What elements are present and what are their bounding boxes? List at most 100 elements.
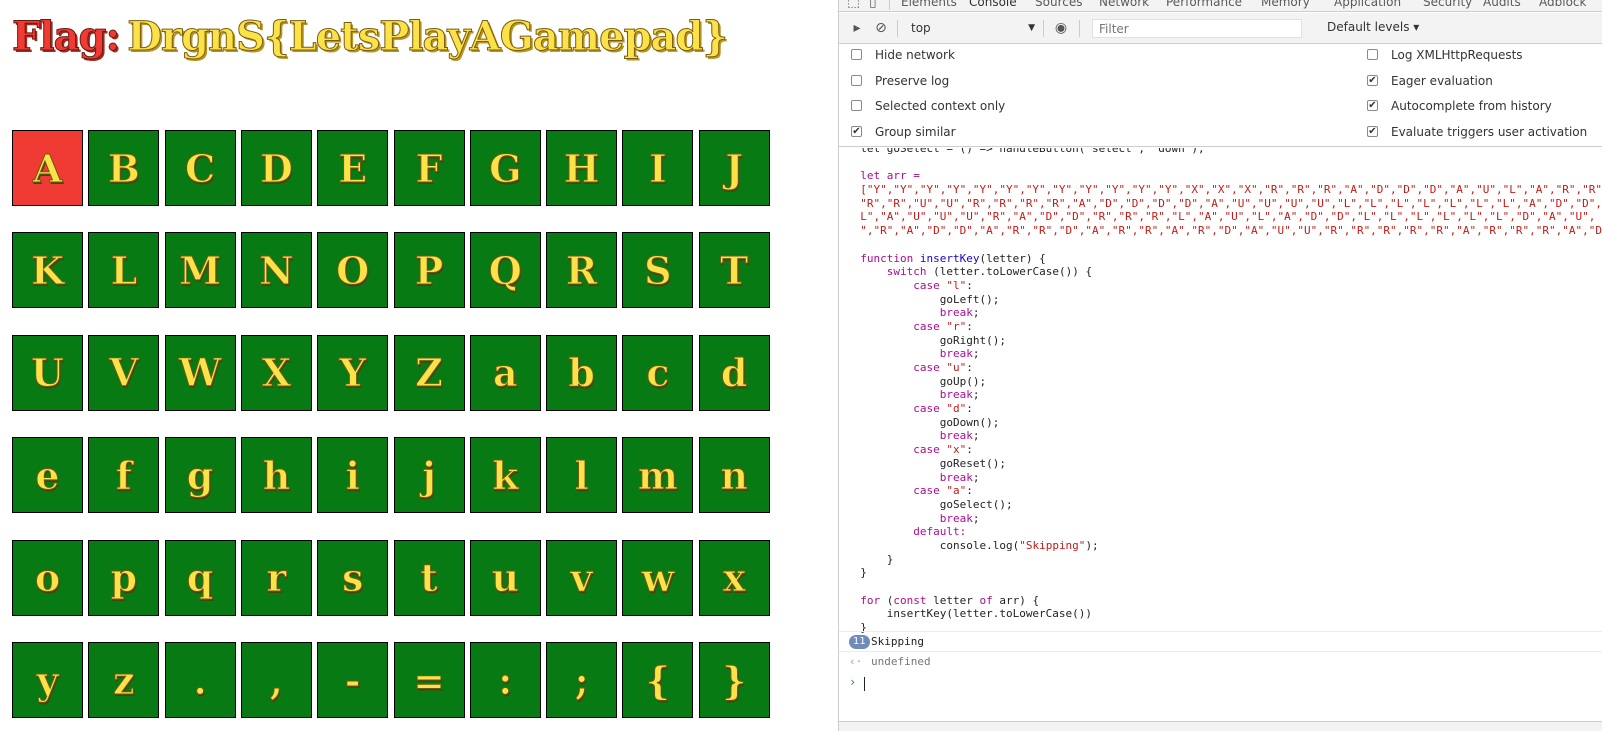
key-1-8[interactable]: S bbox=[622, 232, 694, 309]
key-2-7[interactable]: b bbox=[546, 334, 618, 411]
result-text: undefined bbox=[871, 655, 931, 668]
key-5-6[interactable]: : bbox=[469, 642, 541, 718]
device-toolbar-icon[interactable]: ▯ bbox=[869, 0, 877, 10]
key-1-9[interactable]: T bbox=[698, 232, 770, 309]
context-selector[interactable]: top ▼ bbox=[907, 18, 1039, 38]
key-2-0[interactable]: U bbox=[12, 334, 83, 411]
key-4-9[interactable]: x bbox=[698, 539, 770, 616]
key-1-5[interactable]: P bbox=[393, 232, 465, 309]
tab-sources[interactable]: Sources bbox=[1035, 0, 1082, 9]
key-3-2[interactable]: g bbox=[164, 437, 236, 514]
key-0-9[interactable]: J bbox=[698, 130, 770, 206]
tab-adblock[interactable]: Adblock bbox=[1539, 0, 1586, 9]
key-4-5[interactable]: t bbox=[393, 539, 465, 616]
inspect-element-icon[interactable]: ⬚ bbox=[847, 0, 860, 10]
key-3-4[interactable]: i bbox=[317, 437, 389, 514]
show-sidebar-icon[interactable]: ▸ bbox=[849, 20, 865, 36]
key-5-9[interactable]: } bbox=[698, 642, 770, 718]
tab-performance[interactable]: Performance bbox=[1166, 0, 1242, 9]
tab-network[interactable]: Network bbox=[1099, 0, 1149, 9]
repeat-count-badge: 11 bbox=[849, 635, 870, 649]
key-0-1[interactable]: B bbox=[88, 130, 160, 206]
key-2-8[interactable]: c bbox=[622, 334, 694, 411]
filter-input[interactable] bbox=[1092, 19, 1302, 38]
key-4-2[interactable]: q bbox=[164, 539, 236, 616]
key-2-4[interactable]: Y bbox=[317, 334, 389, 411]
prompt-chevron-icon: › bbox=[849, 675, 857, 689]
clear-console-icon[interactable]: ⊘ bbox=[873, 20, 889, 36]
key-2-1[interactable]: V bbox=[88, 334, 160, 411]
key-4-1[interactable]: p bbox=[88, 539, 160, 616]
key-1-7[interactable]: R bbox=[546, 232, 618, 309]
key-1-4[interactable]: O bbox=[317, 232, 389, 309]
key-3-6[interactable]: k bbox=[469, 437, 541, 514]
key-0-7[interactable]: H bbox=[546, 130, 618, 206]
checked-checkbox-icon[interactable]: ✔ bbox=[1367, 74, 1378, 86]
live-expression-eye-icon[interactable]: ◉ bbox=[1053, 20, 1069, 36]
key-4-4[interactable]: s bbox=[317, 539, 389, 616]
console-prompt[interactable]: › bbox=[839, 671, 1602, 695]
tab-elements[interactable]: Elements bbox=[901, 0, 957, 9]
code-token: "u" bbox=[946, 361, 967, 374]
key-5-3[interactable]: , bbox=[240, 642, 312, 718]
tab-security[interactable]: Security bbox=[1423, 0, 1472, 9]
checked-checkbox-icon[interactable]: ✔ bbox=[1367, 100, 1378, 112]
code-token: "d" bbox=[946, 402, 967, 416]
key-2-5[interactable]: Z bbox=[393, 334, 465, 411]
key-3-7[interactable]: l bbox=[546, 437, 618, 514]
key-0-2[interactable]: C bbox=[164, 130, 236, 206]
key-2-2[interactable]: W bbox=[164, 334, 236, 411]
key-3-1[interactable]: f bbox=[88, 437, 160, 514]
key-5-0[interactable]: y bbox=[12, 642, 83, 718]
code-line: for (const letter of arr) { bbox=[839, 594, 1602, 608]
key-4-6[interactable]: u bbox=[469, 539, 541, 616]
code-token: case bbox=[913, 443, 940, 457]
key-3-0[interactable]: e bbox=[12, 437, 83, 514]
key-1-3[interactable]: N bbox=[240, 232, 312, 309]
key-5-8[interactable]: { bbox=[622, 642, 694, 718]
drawer-bar[interactable] bbox=[839, 721, 1602, 731]
log-levels-dropdown[interactable]: Default levels ▾ bbox=[1327, 20, 1419, 34]
result-arrow-icon: ‹· bbox=[849, 655, 863, 668]
tab-audits[interactable]: Audits bbox=[1483, 0, 1521, 9]
key-0-5[interactable]: F bbox=[393, 130, 465, 206]
key-1-0[interactable]: K bbox=[12, 232, 83, 309]
code-token: (letter.toLowerCase()) { bbox=[926, 265, 1093, 279]
key-2-6[interactable]: a bbox=[469, 334, 541, 411]
checked-checkbox-icon[interactable]: ✔ bbox=[851, 125, 862, 137]
key-3-5[interactable]: j bbox=[393, 437, 465, 514]
key-0-4[interactable]: E bbox=[317, 130, 389, 206]
key-4-8[interactable]: w bbox=[622, 539, 694, 616]
key-4-3[interactable]: r bbox=[240, 539, 312, 616]
key-0-6[interactable]: G bbox=[469, 130, 541, 206]
checkbox-icon[interactable] bbox=[851, 100, 862, 112]
key-5-5[interactable]: = bbox=[393, 642, 465, 718]
key-3-8[interactable]: m bbox=[622, 437, 694, 514]
code-token: case bbox=[913, 361, 940, 374]
key-5-4[interactable]: - bbox=[317, 642, 389, 718]
key-4-7[interactable]: v bbox=[546, 539, 618, 616]
key-5-2[interactable]: . bbox=[164, 642, 236, 718]
text-caret bbox=[864, 677, 865, 691]
key-3-9[interactable]: n bbox=[698, 437, 770, 514]
key-5-1[interactable]: z bbox=[88, 642, 160, 718]
code-line: let arr = bbox=[839, 169, 1602, 183]
key-2-9[interactable]: d bbox=[698, 334, 770, 411]
tab-console[interactable]: Console bbox=[969, 0, 1017, 9]
tab-memory[interactable]: Memory bbox=[1261, 0, 1310, 9]
checkbox-icon[interactable] bbox=[1367, 49, 1378, 60]
tab-application[interactable]: Application bbox=[1334, 0, 1401, 9]
key-0-8[interactable]: I bbox=[622, 130, 694, 206]
key-3-3[interactable]: h bbox=[240, 437, 312, 514]
key-0-0[interactable]: A bbox=[12, 130, 83, 206]
key-4-0[interactable]: o bbox=[12, 539, 83, 616]
key-5-7[interactable]: ; bbox=[546, 642, 618, 718]
key-2-3[interactable]: X bbox=[240, 334, 312, 411]
key-0-3[interactable]: D bbox=[240, 130, 312, 206]
checkbox-icon[interactable] bbox=[851, 49, 862, 60]
key-1-2[interactable]: M bbox=[164, 232, 236, 309]
key-1-6[interactable]: Q bbox=[469, 232, 541, 309]
checkbox-icon[interactable] bbox=[851, 74, 862, 86]
key-1-1[interactable]: L bbox=[88, 232, 160, 309]
checked-checkbox-icon[interactable]: ✔ bbox=[1367, 125, 1378, 137]
